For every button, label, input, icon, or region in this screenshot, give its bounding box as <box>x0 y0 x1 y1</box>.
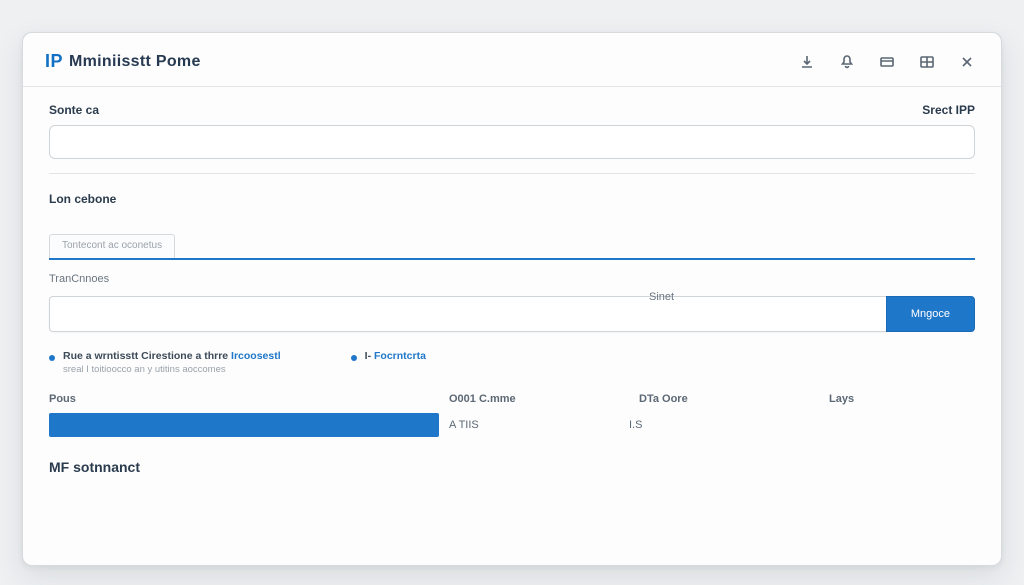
footer-label: MF sotnnanct <box>49 459 975 475</box>
source-labels: Sonte ca Srect IPP <box>49 103 975 117</box>
connection-section: Lon cebone Tontecont ac oconetus TranCnn… <box>49 174 975 475</box>
tab-primary[interactable]: Tontecont ac oconetus <box>49 234 175 258</box>
bullet-icon <box>351 355 357 361</box>
data-header: Pous O001 C.mme DTa Oore Lays <box>49 393 975 405</box>
bullet-icon <box>49 355 55 361</box>
window-header: IP Mminiisstt Pome <box>23 33 1001 87</box>
tip-2: I- Focrntcrta <box>351 350 426 375</box>
download-icon[interactable] <box>799 54 815 70</box>
tip-1-title: Rue a wrntisstt Cirestione a thrre Ircoo… <box>63 350 281 362</box>
tip-1: Rue a wrntisstt Cirestione a thrre Ircoo… <box>49 350 281 375</box>
card-icon[interactable] <box>879 54 895 70</box>
action-input[interactable] <box>49 296 886 332</box>
source-section: Sonte ca Srect IPP <box>49 103 975 174</box>
tip-1-subtitle: sreal I toitioocco an y utitins aoccomes <box>63 364 281 375</box>
secondary-label: Sinet <box>649 291 674 303</box>
grid-icon[interactable] <box>919 54 935 70</box>
tips-row: Rue a wrntisstt Cirestione a thrre Ircoo… <box>49 350 975 375</box>
col-2-header: O001 C.mme <box>449 393 639 405</box>
brand-title: Mminiisstt Pome <box>69 53 201 71</box>
app-window: IP Mminiisstt Pome Sonte ca <box>22 32 1002 566</box>
col-3-header: DTa Oore <box>639 393 829 405</box>
cell-3: I.S <box>629 419 819 431</box>
manage-button[interactable]: Mngoce <box>886 296 975 332</box>
col-4-header: Lays <box>829 393 975 405</box>
source-input[interactable] <box>49 125 975 159</box>
trace-label: TranCnnoes <box>49 273 109 285</box>
source-label: Sonte ca <box>49 103 99 117</box>
col-1-header: Pous <box>49 393 449 405</box>
bell-icon[interactable] <box>839 54 855 70</box>
data-row: A TIIS I.S <box>49 413 975 437</box>
close-icon[interactable] <box>959 54 975 70</box>
brand-mark: IP <box>45 51 63 72</box>
action-row: Mngoce <box>49 296 975 332</box>
brand: IP Mminiisstt Pome <box>45 51 201 72</box>
tip-2-title: I- Focrntcrta <box>365 350 426 362</box>
select-ip-label: Srect IPP <box>922 103 975 117</box>
progress-bar <box>49 413 439 437</box>
cell-2: A TIIS <box>439 419 629 431</box>
tab-strip: Tontecont ac oconetus <box>49 234 975 260</box>
connection-label: Lon cebone <box>49 192 975 206</box>
window-body: Sonte ca Srect IPP Lon cebone Tontecont … <box>23 87 1001 475</box>
header-icon-group <box>799 54 975 70</box>
